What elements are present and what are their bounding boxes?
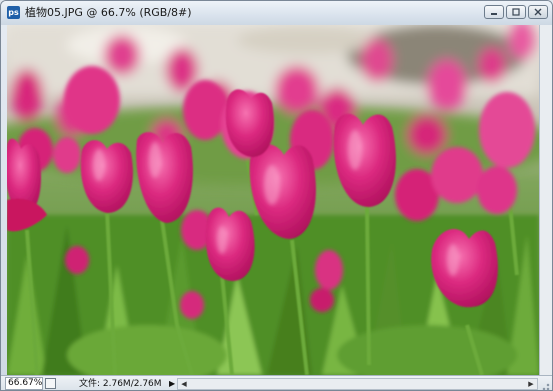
document-window: ps 植物05.JPG @ 66.7% (RGB/8#) 66.67% 文件: … [0,0,553,391]
export-preview-icon[interactable] [45,378,56,389]
document-size-info: 文件: 2.76M/2.76M [79,379,162,389]
close-icon [534,8,542,16]
close-button[interactable] [528,5,548,19]
vertical-scrollbar[interactable] [539,25,552,375]
maximize-icon [512,8,520,16]
status-menu-arrow-icon[interactable]: ▶ [169,376,175,390]
window-title: 植物05.JPG @ 66.7% (RGB/8#) [25,6,192,19]
scroll-right-icon[interactable]: ▶ [525,379,537,389]
image-canvas[interactable] [7,25,539,375]
horizontal-scrollbar[interactable]: ◀ ▶ [177,378,538,390]
resize-grip-icon[interactable] [540,381,550,390]
scroll-left-icon[interactable]: ◀ [178,379,190,389]
tulip-photo [7,25,539,375]
title-bar[interactable]: ps 植物05.JPG @ 66.7% (RGB/8#) [1,1,552,25]
window-controls [484,5,548,21]
minimize-button[interactable] [484,5,504,19]
zoom-field[interactable]: 66.67% [5,377,43,390]
status-bar: 66.67% 文件: 2.76M/2.76M ▶ ◀ ▶ [1,375,552,390]
minimize-icon [491,13,497,15]
photoshop-document-icon: ps [7,6,20,19]
maximize-button[interactable] [506,5,526,19]
